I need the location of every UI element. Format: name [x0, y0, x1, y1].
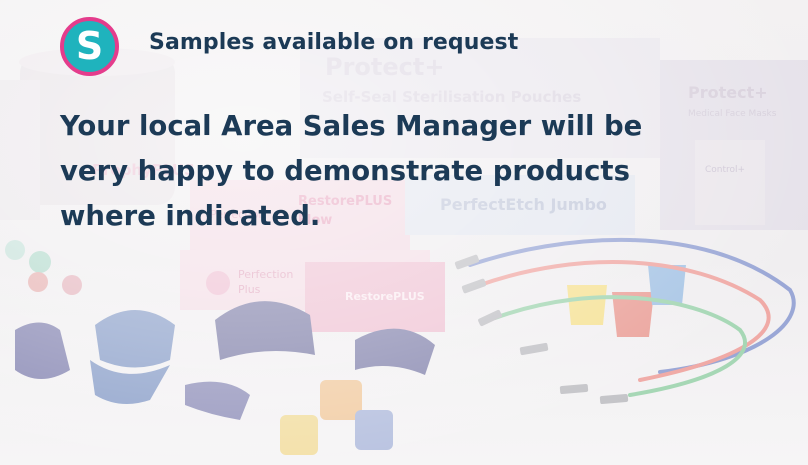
- restoreplus-box: RestorePLUS: [305, 262, 445, 332]
- promo-panel: Protect+ Medical Face Masks Protect+ Sel…: [0, 0, 808, 465]
- svg-text:Medical Face Masks: Medical Face Masks: [688, 109, 777, 119]
- svg-text:Perfection: Perfection: [238, 268, 293, 281]
- demonstration-headline: Your local Area Sales Manager will be ve…: [60, 110, 643, 232]
- clip-ends: [454, 254, 629, 405]
- svg-text:Protect+: Protect+: [688, 83, 768, 102]
- badge-letter: S: [75, 23, 104, 68]
- svg-text:RestorePLUS: RestorePLUS: [345, 290, 425, 303]
- samples-note: Samples available on request: [149, 30, 519, 55]
- svg-text:Control+: Control+: [705, 165, 745, 175]
- control-box: Control+: [695, 140, 765, 225]
- samples-badge-icon: S: [60, 17, 119, 76]
- svg-text:Protect+: Protect+: [325, 53, 444, 81]
- svg-text:Plus: Plus: [238, 283, 261, 296]
